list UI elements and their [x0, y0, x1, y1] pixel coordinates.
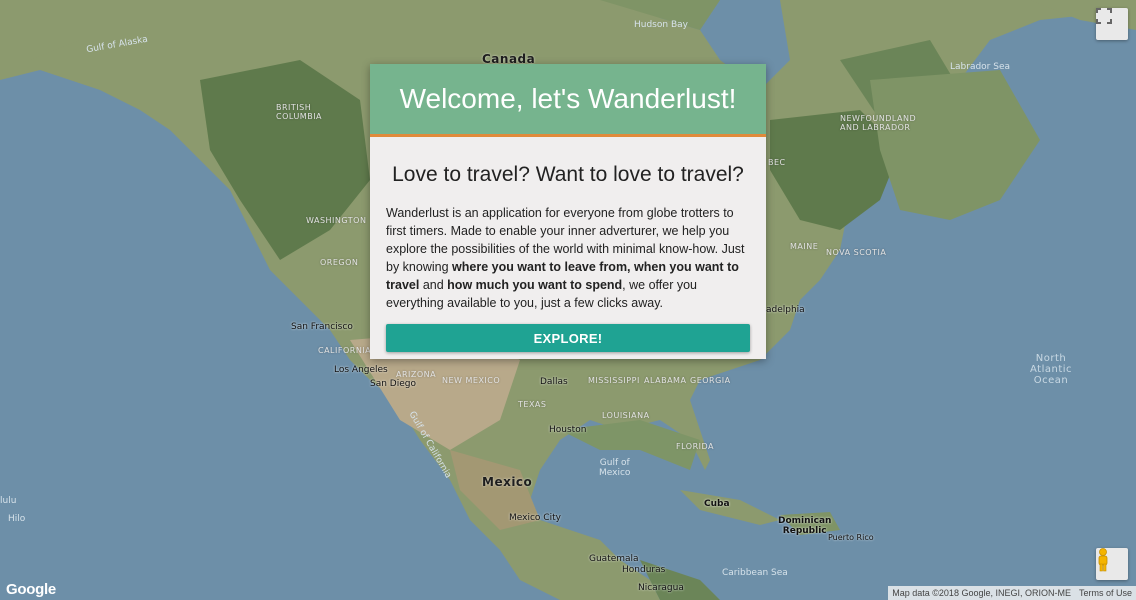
label-new-mexico: NEW MEXICO: [442, 376, 501, 385]
fullscreen-icon: [1096, 8, 1112, 24]
label-puerto-rico: Puerto Rico: [828, 533, 874, 542]
label-louisiana: LOUISIANA: [602, 411, 650, 420]
modal-subtitle: Love to travel? Want to love to travel?: [392, 163, 744, 186]
label-philadelphia: adelphia: [766, 305, 805, 315]
pegman-icon: [1098, 548, 1108, 572]
terms-of-use-link[interactable]: Terms of Use: [1079, 588, 1132, 598]
label-gulf-of-mexico: Gulf of Mexico: [599, 458, 631, 478]
label-houston: Houston: [549, 425, 587, 435]
explore-button[interactable]: EXPLORE!: [386, 324, 750, 352]
label-hudson-bay: Hudson Bay: [634, 20, 688, 30]
label-los-angeles: Los Angeles: [334, 365, 388, 375]
modal-body: Love to travel? Want to love to travel? …: [370, 137, 766, 352]
label-cuba: Cuba: [704, 499, 730, 509]
label-guatemala: Guatemala: [589, 554, 639, 564]
label-florida: FLORIDA: [676, 442, 714, 451]
label-texas: TEXAS: [518, 400, 547, 409]
fullscreen-button[interactable]: [1096, 8, 1128, 40]
label-caribbean-sea: Caribbean Sea: [722, 568, 788, 578]
label-mexico: Mexico: [482, 475, 533, 489]
google-logo[interactable]: Google: [6, 581, 56, 598]
label-mississippi: MISSISSIPPI: [588, 376, 640, 385]
label-alabama: ALABAMA: [644, 376, 687, 385]
label-hawaii-fragment-1: lulu: [0, 496, 17, 506]
label-san-diego: San Diego: [370, 379, 416, 389]
welcome-modal: Welcome, let's Wanderlust! Love to trave…: [370, 64, 766, 359]
street-view-pegman-button[interactable]: [1096, 548, 1128, 580]
label-dallas: Dallas: [540, 377, 568, 387]
label-san-francisco: San Francisco: [291, 322, 353, 332]
label-nicaragua: Nicaragua: [638, 583, 684, 593]
modal-description: Wanderlust is an application for everyon…: [386, 204, 750, 312]
label-mexico-city: Mexico City: [509, 513, 561, 523]
description-part-2: and: [419, 278, 448, 292]
modal-title: Welcome, let's Wanderlust!: [399, 83, 737, 114]
label-dominican-republic: Dominican Republic: [778, 516, 832, 536]
map-attribution: Map data ©2018 Google, INEGI, ORION-ME T…: [888, 586, 1136, 600]
map-data-credit: Map data ©2018 Google, INEGI, ORION-ME: [892, 588, 1071, 598]
label-quebec: BEC: [768, 158, 786, 167]
label-british-columbia: BRITISH COLUMBIA: [276, 103, 323, 121]
label-oregon: OREGON: [320, 258, 359, 267]
label-nova-scotia: NOVA SCOTIA: [826, 248, 887, 257]
label-maine: MAINE: [790, 242, 819, 251]
description-bold-2: how much you want to spend: [447, 278, 623, 292]
label-hawaii-fragment-2: Hilo: [8, 514, 26, 524]
label-labrador-sea: Labrador Sea: [950, 62, 1011, 72]
label-georgia: GEORGIA: [690, 376, 731, 385]
label-north-atlantic-ocean: North Atlantic Ocean: [1030, 353, 1073, 386]
label-california: CALIFORNIA: [318, 346, 372, 355]
label-arizona: ARIZONA: [396, 370, 437, 379]
modal-header: Welcome, let's Wanderlust!: [370, 64, 766, 137]
label-washington: WASHINGTON: [306, 216, 367, 225]
label-honduras: Honduras: [622, 565, 666, 575]
label-newfoundland: NEWFOUNDLAND AND LABRADOR: [840, 114, 917, 132]
